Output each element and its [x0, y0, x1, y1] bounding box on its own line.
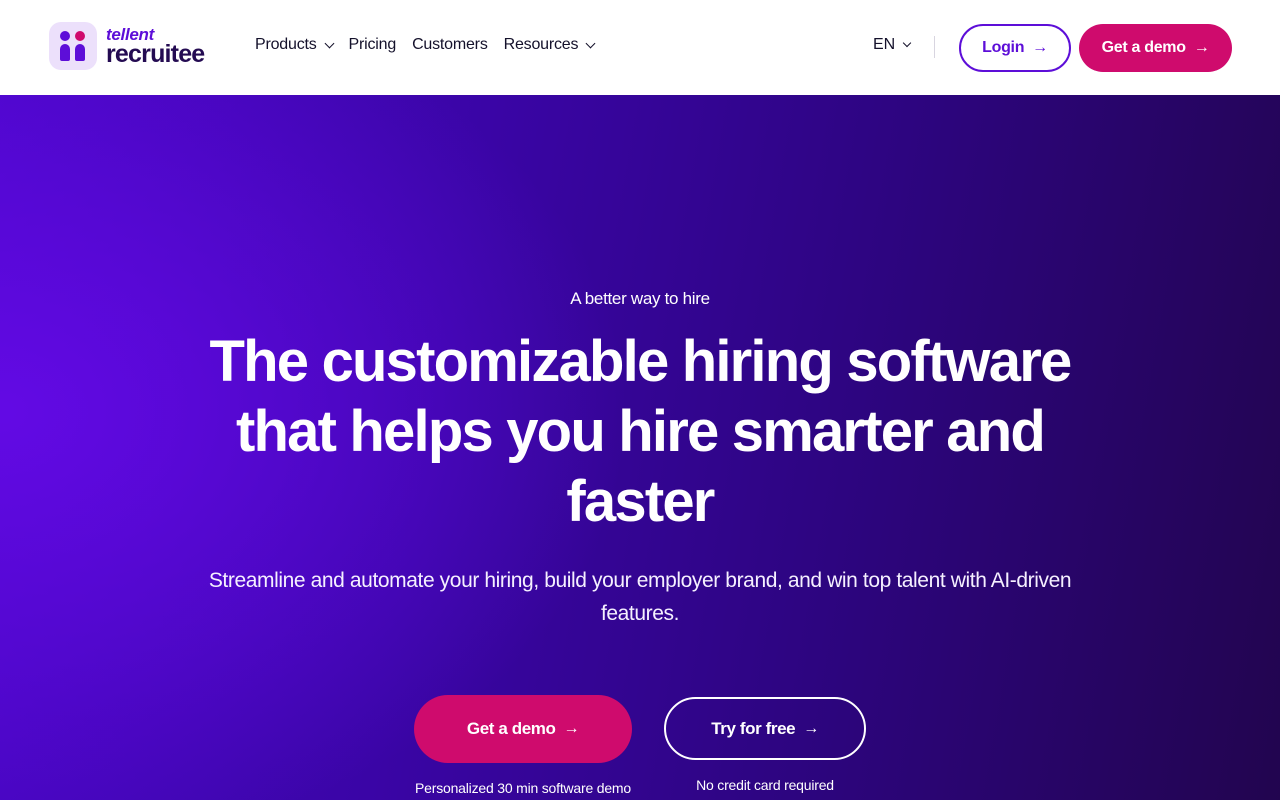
main-nav: Products Pricing Customers Resources	[255, 36, 610, 54]
get-demo-label: Get a demo	[1101, 39, 1186, 56]
arrow-right-icon: →	[803, 719, 819, 737]
login-button[interactable]: Login →	[959, 24, 1071, 72]
get-demo-header-button[interactable]: Get a demo →	[1079, 24, 1232, 72]
nav-item-customers[interactable]: Customers	[412, 36, 488, 54]
arrow-right-icon: →	[1193, 39, 1210, 56]
hero-subheadline: Streamline and automate your hiring, bui…	[208, 569, 1072, 625]
header-divider	[934, 36, 935, 58]
chevron-down-icon	[324, 38, 334, 48]
try-free-button[interactable]: Try for free →	[664, 697, 866, 760]
demo-note: Personalized 30 min software demo	[415, 780, 631, 796]
nav-item-label: Products	[255, 36, 317, 53]
hero-headline: The customizable hiring software that he…	[209, 329, 1073, 534]
hero-section: A better way to hire The customizable hi…	[0, 95, 1280, 800]
arrow-right-icon: →	[1032, 39, 1048, 56]
site-header: tellent recruitee Products Pricing Custo…	[0, 0, 1280, 95]
chevron-down-icon	[585, 38, 596, 48]
logo-bottom-text: recruitee	[106, 39, 205, 68]
nav-item-products[interactable]: Products	[255, 36, 334, 54]
nav-item-resources[interactable]: Resources	[503, 36, 596, 54]
nav-item-label: Resources	[503, 36, 579, 53]
language-label: EN	[873, 36, 896, 53]
nav-item-pricing[interactable]: Pricing	[349, 36, 397, 54]
nav-item-label: Pricing	[348, 36, 397, 53]
logo-wordmark: tellent recruitee	[106, 26, 205, 68]
nav-item-label: Customers	[412, 36, 488, 53]
get-demo-label: Get a demo	[466, 719, 556, 738]
hero-eyebrow: A better way to hire	[570, 289, 710, 308]
login-label: Login	[982, 39, 1025, 56]
get-demo-hero-button[interactable]: Get a demo →	[414, 695, 632, 763]
logo-icon	[49, 22, 97, 70]
language-selector[interactable]: EN	[873, 36, 912, 54]
try-free-note: No credit card required	[696, 777, 834, 793]
arrow-right-icon: →	[563, 720, 580, 737]
try-free-label: Try for free	[711, 718, 796, 738]
logo[interactable]: tellent recruitee	[49, 22, 205, 70]
chevron-down-icon	[902, 38, 912, 48]
